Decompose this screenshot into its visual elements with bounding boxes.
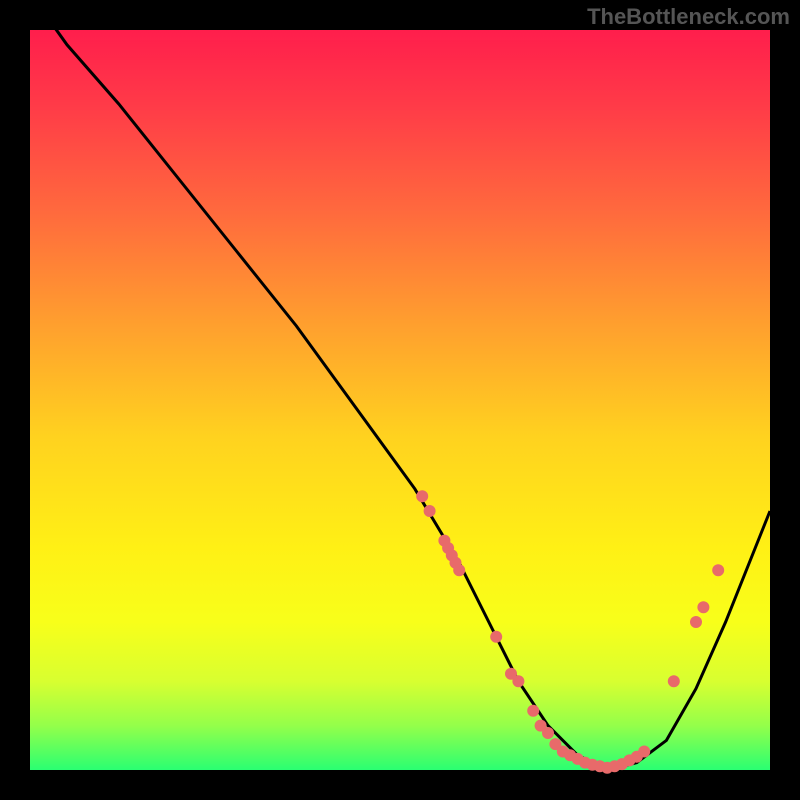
watermark-text: TheBottleneck.com (587, 4, 790, 30)
data-point (424, 505, 436, 517)
bottleneck-curve (30, 0, 770, 770)
data-point (527, 705, 539, 717)
chart-svg (30, 30, 770, 770)
data-point (542, 727, 554, 739)
data-markers (416, 490, 724, 774)
data-point (668, 675, 680, 687)
data-point (453, 564, 465, 576)
data-point (712, 564, 724, 576)
data-point (638, 746, 650, 758)
plot-area (30, 30, 770, 770)
data-point (416, 490, 428, 502)
data-point (512, 675, 524, 687)
chart-container: TheBottleneck.com (0, 0, 800, 800)
data-point (697, 601, 709, 613)
data-point (690, 616, 702, 628)
data-point (490, 631, 502, 643)
